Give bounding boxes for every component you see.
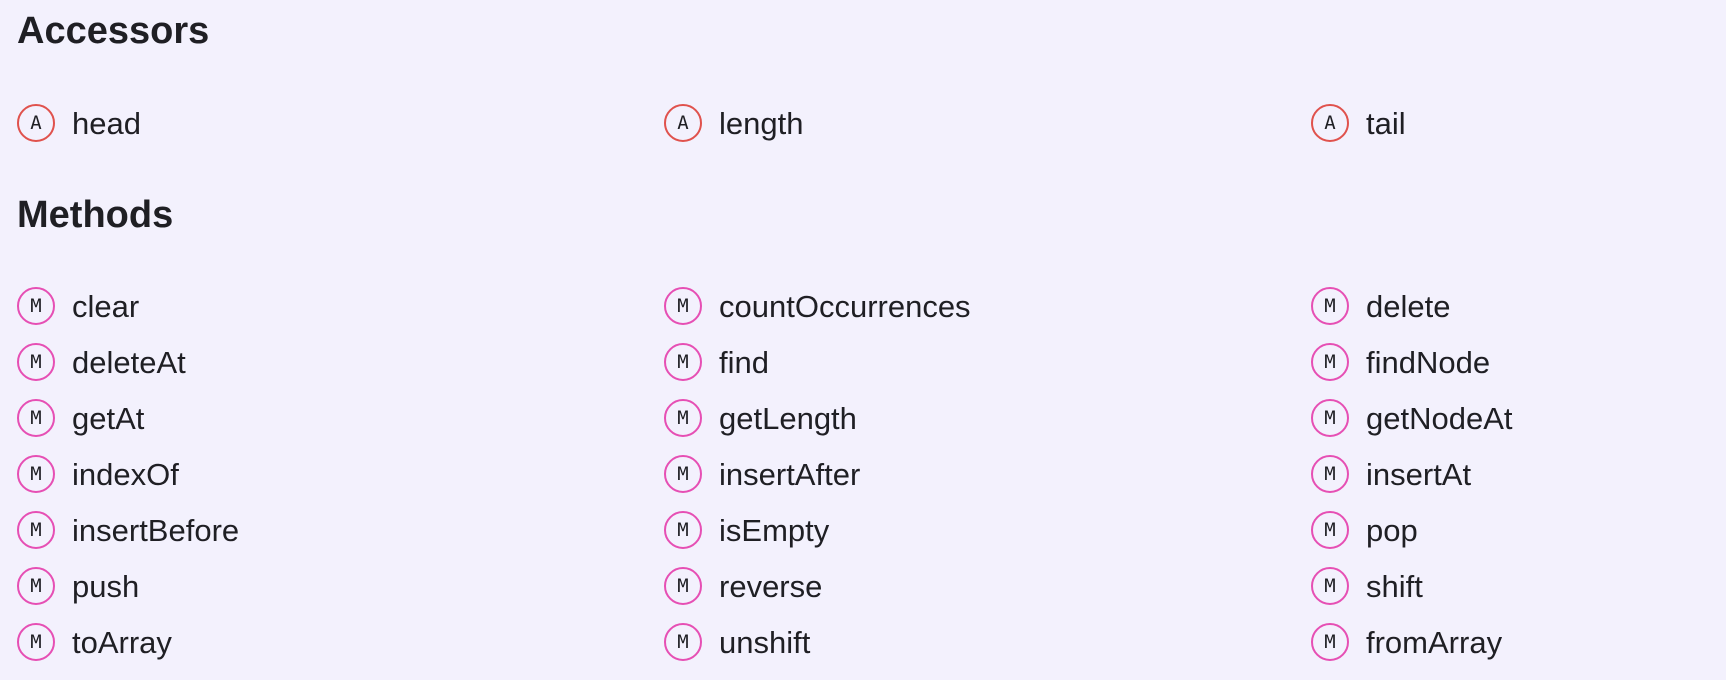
member-name: tail	[1366, 105, 1406, 141]
member-name: pop	[1366, 512, 1418, 548]
member-name: deleteAt	[72, 344, 186, 380]
member-name: delete	[1366, 288, 1451, 324]
member-name: isEmpty	[719, 512, 830, 548]
member-name: shift	[1366, 568, 1423, 604]
member-name: countOccurrences	[719, 288, 971, 324]
methods-item-fromArray[interactable]: M fromArray	[1311, 614, 1726, 670]
methods-item-unshift[interactable]: M unshift	[664, 614, 1311, 670]
member-name: toArray	[72, 624, 172, 660]
methods-item-push[interactable]: M push	[17, 558, 664, 614]
member-name: getNodeAt	[1366, 400, 1513, 436]
methods-item-pop[interactable]: M pop	[1311, 502, 1726, 558]
method-badge-icon: M	[664, 455, 702, 493]
method-badge-icon: M	[17, 623, 55, 661]
accessor-badge-icon: A	[1311, 104, 1349, 142]
methods-item-getAt[interactable]: M getAt	[17, 390, 664, 446]
methods-item-insertAfter[interactable]: M insertAfter	[664, 446, 1311, 502]
method-badge-icon: M	[17, 399, 55, 437]
methods-item-getLength[interactable]: M getLength	[664, 390, 1311, 446]
methods-list: M clear M countOccurrences M delete M de…	[17, 278, 1726, 670]
methods-item-indexOf[interactable]: M indexOf	[17, 446, 664, 502]
method-badge-icon: M	[664, 287, 702, 325]
methods-item-shift[interactable]: M shift	[1311, 558, 1726, 614]
method-badge-icon: M	[664, 567, 702, 605]
accessor-badge-icon: A	[17, 104, 55, 142]
method-badge-icon: M	[1311, 567, 1349, 605]
member-name: find	[719, 344, 769, 380]
member-name: findNode	[1366, 344, 1491, 380]
methods-item-clear[interactable]: M clear	[17, 278, 664, 334]
methods-item-isEmpty[interactable]: M isEmpty	[664, 502, 1311, 558]
methods-item-delete[interactable]: M delete	[1311, 278, 1726, 334]
method-badge-icon: M	[1311, 343, 1349, 381]
accessors-heading: Accessors	[17, 10, 210, 52]
method-badge-icon: M	[664, 343, 702, 381]
member-name: push	[72, 568, 140, 604]
method-badge-icon: M	[1311, 623, 1349, 661]
member-name: reverse	[719, 568, 823, 604]
member-name: insertAfter	[719, 456, 861, 492]
methods-item-deleteAt[interactable]: M deleteAt	[17, 334, 664, 390]
member-name: getLength	[719, 400, 857, 436]
member-name: getAt	[72, 400, 145, 436]
accessors-item-tail[interactable]: A tail	[1311, 95, 1726, 151]
accessors-item-length[interactable]: A length	[664, 95, 1311, 151]
methods-heading: Methods	[17, 194, 174, 236]
methods-item-getNodeAt[interactable]: M getNodeAt	[1311, 390, 1726, 446]
methods-item-reverse[interactable]: M reverse	[664, 558, 1311, 614]
method-badge-icon: M	[1311, 399, 1349, 437]
member-name: clear	[72, 288, 140, 324]
methods-item-find[interactable]: M find	[664, 334, 1311, 390]
method-badge-icon: M	[664, 511, 702, 549]
methods-item-insertBefore[interactable]: M insertBefore	[17, 502, 664, 558]
method-badge-icon: M	[17, 343, 55, 381]
member-name: head	[72, 105, 141, 141]
method-badge-icon: M	[1311, 287, 1349, 325]
method-badge-icon: M	[17, 287, 55, 325]
method-badge-icon: M	[17, 511, 55, 549]
method-badge-icon: M	[664, 399, 702, 437]
methods-item-insertAt[interactable]: M insertAt	[1311, 446, 1726, 502]
member-name: insertAt	[1366, 456, 1472, 492]
method-badge-icon: M	[1311, 455, 1349, 493]
member-name: fromArray	[1366, 624, 1503, 660]
method-badge-icon: M	[664, 623, 702, 661]
accessors-item-head[interactable]: A head	[17, 95, 664, 151]
methods-item-findNode[interactable]: M findNode	[1311, 334, 1726, 390]
member-name: indexOf	[72, 456, 179, 492]
method-badge-icon: M	[1311, 511, 1349, 549]
methods-item-toArray[interactable]: M toArray	[17, 614, 664, 670]
accessor-badge-icon: A	[664, 104, 702, 142]
method-badge-icon: M	[17, 455, 55, 493]
member-name: length	[719, 105, 804, 141]
member-name: unshift	[719, 624, 811, 660]
accessors-list: A head A length A tail	[17, 95, 1726, 151]
methods-item-countOccurrences[interactable]: M countOccurrences	[664, 278, 1311, 334]
method-badge-icon: M	[17, 567, 55, 605]
member-name: insertBefore	[72, 512, 240, 548]
